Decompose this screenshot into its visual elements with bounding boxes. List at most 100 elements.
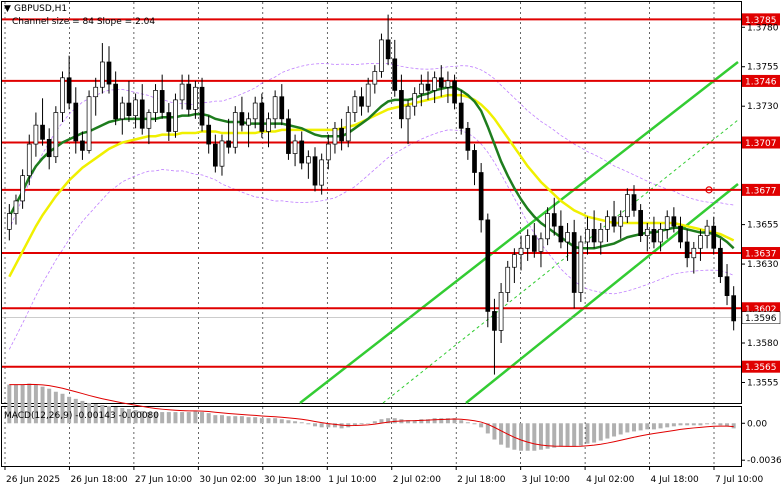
main-plot-frame [1, 1, 742, 404]
candle-body [671, 216, 677, 227]
candle-body [531, 235, 537, 252]
macd-bar [605, 423, 610, 439]
macd-bar [279, 419, 284, 424]
candle-body [399, 90, 404, 120]
candle-body [159, 90, 165, 113]
candle-body [644, 228, 650, 237]
x-tick-label: 27 Jun 10:00 [135, 475, 192, 485]
candle-body [299, 140, 305, 164]
macd-bar [691, 423, 696, 426]
current-price-label: 1.3596 [745, 314, 777, 324]
candle-body [598, 228, 604, 243]
x-tick-label: 30 Jun 18:00 [264, 475, 321, 485]
macd-bar [299, 422, 304, 424]
x-tick-label: 1 Jul 10:00 [328, 475, 377, 485]
candle-body [418, 83, 424, 94]
candle-body [206, 124, 212, 145]
candle-body [26, 143, 32, 177]
x-tick-label: 2 Jul 02:00 [393, 475, 442, 485]
macd-bar [658, 423, 663, 429]
candle-body [711, 225, 717, 249]
candle-body [691, 247, 697, 259]
candle-body [292, 140, 298, 154]
macd-bar [671, 423, 676, 427]
candle-body [498, 292, 504, 331]
candle-body [605, 216, 610, 230]
candle-body [678, 225, 683, 243]
y-tick-label: 1.3580 [747, 339, 779, 349]
candle-body [631, 194, 637, 211]
candle-body [306, 156, 311, 164]
candle-body [106, 61, 112, 85]
x-tick-label: 2 Jul 18:00 [457, 475, 506, 485]
candle-body [193, 86, 198, 110]
candle-body [625, 194, 630, 218]
macd-bar [266, 418, 271, 424]
candle-body [246, 118, 251, 126]
macd-bar [273, 418, 278, 424]
macd-bar [558, 423, 563, 447]
candle-body [425, 83, 431, 91]
macd-bar [705, 423, 710, 425]
macd-bar [731, 423, 736, 429]
candle-body [252, 102, 258, 120]
macd-bar [552, 423, 557, 448]
candle-body [578, 241, 584, 293]
candle-body [571, 232, 577, 293]
candle-body [40, 124, 45, 140]
candle-body [312, 156, 318, 186]
y-tick-label: 1.3730 [747, 102, 779, 112]
x-axis: 26 Jun 2025 26 Jun 18:00 27 Jun 10:00 30 Ju… [4, 466, 764, 485]
candle-body [272, 96, 278, 120]
candle-body [412, 93, 418, 107]
candle-body [139, 99, 145, 129]
candle-body [558, 225, 564, 243]
candle-body [232, 112, 238, 148]
macd-label: MACD(12,26,9) -0.00143 -0.00080 [4, 411, 159, 421]
y-tick-label: 1.3555 [747, 378, 779, 388]
macd-bar [538, 423, 543, 450]
candle-body [698, 235, 703, 249]
candle-body [565, 232, 570, 243]
candle-body [724, 276, 730, 296]
candle-body [731, 295, 737, 322]
candle-body [658, 228, 663, 243]
macd-bar [711, 423, 716, 425]
macd-bar [459, 420, 464, 424]
macd-bar [638, 423, 643, 431]
macd-bar [226, 416, 231, 424]
macd-bar [392, 418, 397, 424]
candle-body [385, 39, 391, 60]
candle-body [638, 210, 643, 237]
macd-bar [585, 423, 590, 444]
x-tick-label: 3 Jul 10:00 [522, 475, 571, 485]
macd-bar [213, 415, 218, 424]
candle-body [718, 247, 723, 278]
macd-bar [519, 423, 524, 451]
macd-bar [618, 423, 623, 435]
candle-body [100, 61, 105, 88]
x-tick-label: 4 Jul 02:00 [586, 475, 635, 485]
candle-body [465, 127, 471, 151]
level-label: 1.3707 [745, 139, 777, 149]
candle-body [538, 238, 544, 252]
macd-bar [206, 413, 211, 424]
candle-body [66, 77, 72, 104]
candle-body [438, 77, 444, 88]
macd-bar [499, 423, 504, 445]
candle-body [704, 225, 710, 237]
candle-body [279, 96, 285, 120]
macd-bar [200, 412, 205, 424]
y-tick-label: 1.3780 [747, 23, 779, 33]
candle-body [492, 311, 497, 331]
macd-bar [578, 423, 583, 446]
macd-bar [180, 412, 185, 424]
macd-bar [525, 423, 530, 451]
candle-body [133, 99, 138, 117]
level-label: 1.3637 [745, 250, 777, 260]
candle-body [611, 216, 617, 227]
macd-bar [419, 419, 424, 424]
x-tick-label: 26 Jun 18:00 [70, 475, 127, 485]
macd-bar [465, 422, 470, 424]
macd-tick-label: -0.00363 [747, 456, 781, 466]
